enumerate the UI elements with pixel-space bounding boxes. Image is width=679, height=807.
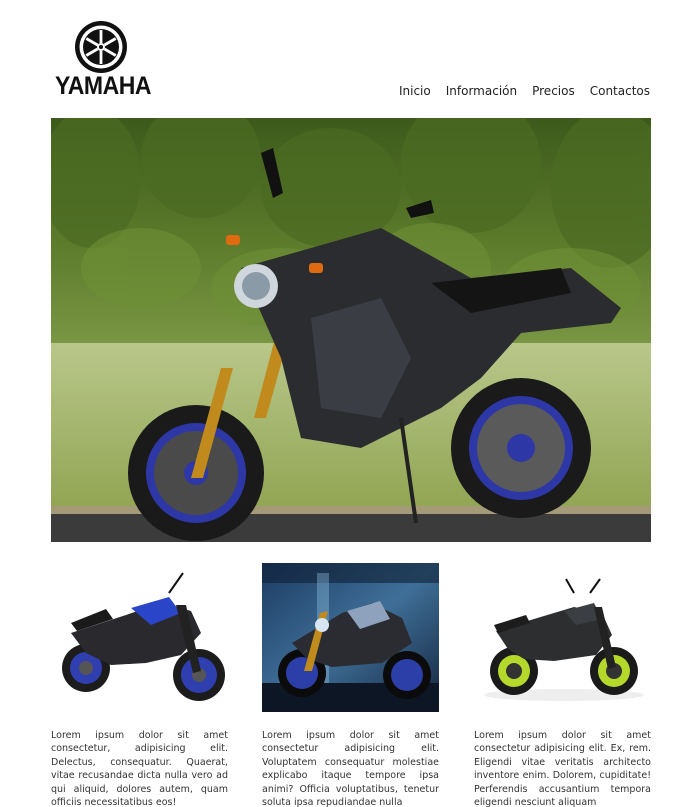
gallery-text-3: Lorem ipsum dolor sit amet consectetur a… [474, 730, 651, 807]
main-nav: Inicio Información Precios Contactos [384, 84, 650, 98]
gallery-text-2: Lorem ipsum dolor sit amet consectetur a… [262, 730, 439, 807]
night-motorcycle-image [262, 563, 439, 712]
gallery-item-2[interactable] [262, 563, 439, 712]
yamaha-logo[interactable]: YAMAHA [51, 10, 152, 100]
hero-banner [51, 118, 651, 542]
tuning-fork-emblem-icon [75, 21, 127, 73]
blue-motorcycle-image [51, 563, 228, 712]
nav-item-contactos[interactable]: Contactos [590, 84, 650, 98]
green-motorcycle-image [474, 563, 651, 712]
nav-item-inicio[interactable]: Inicio [399, 84, 431, 98]
motorcycle-hero-image [51, 118, 651, 542]
gallery-text-1: Lorem ipsum dolor sit amet consectetur, … [51, 730, 228, 807]
gallery-item-1[interactable] [51, 563, 228, 712]
gallery-item-3[interactable] [474, 563, 651, 712]
brand-name: YAMAHA [55, 72, 152, 100]
nav-item-precios[interactable]: Precios [532, 84, 575, 98]
nav-item-informacion[interactable]: Información [446, 84, 517, 98]
